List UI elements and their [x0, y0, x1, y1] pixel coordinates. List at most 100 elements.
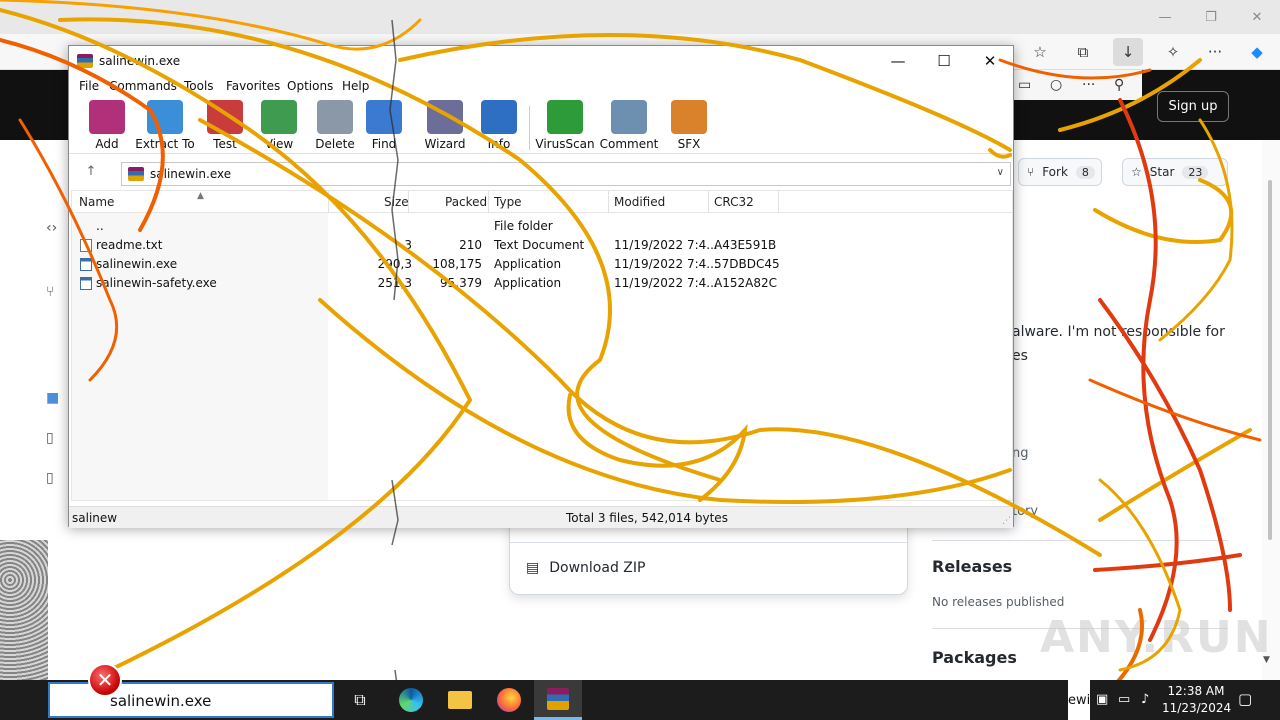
- toolbar-find-button[interactable]: Find: [354, 100, 414, 152]
- winrar-menubar: File Commands Tools Favorites Options He…: [69, 76, 1013, 98]
- column-divider[interactable]: [328, 191, 329, 213]
- toolbar-label: Find: [371, 137, 397, 151]
- maximize-button[interactable]: ☐: [921, 46, 967, 76]
- column-modified[interactable]: Modified: [614, 195, 665, 209]
- folder-icon[interactable]: ■: [46, 390, 59, 406]
- fork-button[interactable]: ⑂ Fork 8: [1018, 158, 1102, 186]
- taskbar-file-explorer[interactable]: [436, 680, 484, 720]
- repo-description-line1: alware. I'm not responsible for: [1012, 324, 1225, 340]
- cell-modified: 11/19/2022 7:4...: [614, 257, 718, 271]
- menu-commands[interactable]: Commands: [109, 79, 177, 93]
- column-type[interactable]: Type: [494, 195, 522, 209]
- toolbar-add-button[interactable]: Add: [77, 100, 137, 152]
- column-crc32[interactable]: CRC32: [714, 195, 754, 209]
- pin-icon[interactable]: ⚲: [1114, 77, 1124, 93]
- menu-favorites[interactable]: Favorites: [226, 79, 280, 93]
- code-icon[interactable]: ‹›: [46, 220, 57, 236]
- menu-help[interactable]: Help: [342, 79, 369, 93]
- toolbar-wizard-button[interactable]: Wizard: [415, 100, 475, 152]
- folder-icon[interactable]: ▭: [1018, 77, 1031, 93]
- up-folder-icon[interactable]: ↑: [79, 164, 103, 184]
- notification-icon[interactable]: ▢: [1238, 690, 1252, 708]
- file-list: Name ▲ Size Packed Type Modified CRC32 .…: [71, 190, 1013, 501]
- toolbar-sfx-button[interactable]: SFX: [659, 100, 719, 152]
- file-row[interactable]: .. File folder: [72, 217, 1012, 236]
- cell-name: salinewin.exe: [96, 257, 178, 271]
- view-icon: [261, 100, 297, 134]
- signup-button[interactable]: Sign up: [1157, 91, 1229, 122]
- favorite-star-icon[interactable]: ☆: [1027, 40, 1053, 64]
- chevron-down-icon[interactable]: ∨: [997, 167, 1004, 178]
- close-button[interactable]: ✕: [967, 46, 1013, 76]
- taskbar-clock[interactable]: 12:38 AM 11/23/2024: [1162, 683, 1232, 717]
- toolbar-virusscan-button[interactable]: VirusScan: [535, 100, 595, 152]
- toolbar-view-button[interactable]: View: [249, 100, 309, 152]
- parent-folder-icon: [80, 220, 92, 233]
- clock-date: 11/23/2024: [1162, 701, 1232, 715]
- branch-icon[interactable]: ⑂: [46, 284, 54, 300]
- fork-label: Fork: [1042, 165, 1068, 179]
- copilot-icon[interactable]: ◆: [1244, 40, 1270, 64]
- taskbar-edge[interactable]: [387, 680, 435, 720]
- column-size[interactable]: Size: [384, 195, 409, 209]
- star-icon: ☆: [1131, 165, 1142, 179]
- extensions-icon[interactable]: ✧: [1160, 40, 1186, 64]
- tray-app-icon[interactable]: ▣: [1096, 692, 1108, 707]
- more-icon[interactable]: ···: [1082, 77, 1095, 93]
- path-field[interactable]: salinewin.exe ∨: [121, 162, 1011, 186]
- firefox-icon: [497, 688, 521, 712]
- minimize-button[interactable]: —: [875, 46, 921, 76]
- column-divider[interactable]: [778, 191, 779, 213]
- column-name[interactable]: Name: [79, 195, 114, 209]
- task-view-button[interactable]: ⧉: [336, 680, 384, 720]
- clock-time: 12:38 AM: [1167, 684, 1225, 698]
- browser-minimize-button[interactable]: —: [1142, 0, 1188, 34]
- toolbar-comment-button[interactable]: Comment: [599, 100, 659, 152]
- file-row[interactable]: salinewin.exe 290,3 108,175 Application 11/1…: [72, 255, 1012, 274]
- download-zip-item[interactable]: ▤ Download ZIP: [526, 560, 645, 576]
- column-divider[interactable]: [488, 191, 489, 213]
- sfx-icon: [671, 100, 707, 134]
- taskbar-winrar[interactable]: [534, 680, 582, 720]
- browser-maximize-button[interactable]: ❐: [1188, 0, 1234, 34]
- file-row[interactable]: readme.txt 3 210 Text Document 11/19/2022 7:…: [72, 236, 1012, 255]
- taskbar-firefox[interactable]: [485, 680, 533, 720]
- cell-name: readme.txt: [96, 238, 163, 252]
- collections-icon[interactable]: ⧉: [1070, 40, 1096, 64]
- file-icon[interactable]: ▯: [46, 470, 54, 486]
- column-divider[interactable]: [608, 191, 609, 213]
- toolbar-test-button[interactable]: Test: [195, 100, 255, 152]
- toolbar-label: Comment: [599, 137, 659, 151]
- packages-heading[interactable]: Packages: [932, 648, 1017, 667]
- star-button[interactable]: ☆ Star 23: [1122, 158, 1228, 186]
- releases-heading[interactable]: Releases: [932, 557, 1012, 576]
- tray-window-fragment[interactable]: ewi: [1068, 680, 1090, 720]
- winrar-titlebar[interactable]: salinewin.exe — ☐ ✕: [69, 46, 1013, 76]
- sort-up-icon: ▲: [197, 191, 204, 201]
- toolbar-info-button[interactable]: Info: [469, 100, 529, 152]
- menu-options[interactable]: Options: [287, 79, 333, 93]
- network-icon[interactable]: ▭: [1118, 692, 1130, 707]
- resize-grip[interactable]: ⋰: [1002, 516, 1011, 526]
- menu-file[interactable]: File: [79, 79, 99, 93]
- search-icon[interactable]: ○: [1050, 77, 1062, 93]
- path-bar: ↑ salinewin.exe ∨: [69, 161, 1013, 187]
- zip-icon: ▤: [526, 560, 540, 576]
- volume-icon[interactable]: ♪: [1141, 692, 1149, 707]
- task-view-icon: ⧉: [354, 690, 366, 709]
- menu-tools[interactable]: Tools: [184, 79, 214, 93]
- cell-type: Application: [494, 276, 562, 290]
- more-icon[interactable]: ···: [1202, 40, 1228, 64]
- file-icon[interactable]: ▯: [46, 430, 54, 446]
- column-packed[interactable]: Packed: [445, 195, 487, 209]
- browser-close-button[interactable]: ✕: [1234, 0, 1280, 34]
- file-row[interactable]: salinewin-safety.exe 251,3 95,379 Applicati…: [72, 274, 1012, 293]
- download-icon[interactable]: ↓: [1113, 38, 1143, 66]
- sidebar-fragment-1: ng: [1012, 446, 1029, 461]
- add-icon: [89, 100, 125, 134]
- column-divider[interactable]: [708, 191, 709, 213]
- page-scroll-thumb[interactable]: [1268, 180, 1272, 540]
- fork-icon: ⑂: [1027, 165, 1035, 179]
- toolbar-extract-to-button[interactable]: Extract To: [135, 100, 195, 152]
- column-divider[interactable]: [408, 191, 409, 213]
